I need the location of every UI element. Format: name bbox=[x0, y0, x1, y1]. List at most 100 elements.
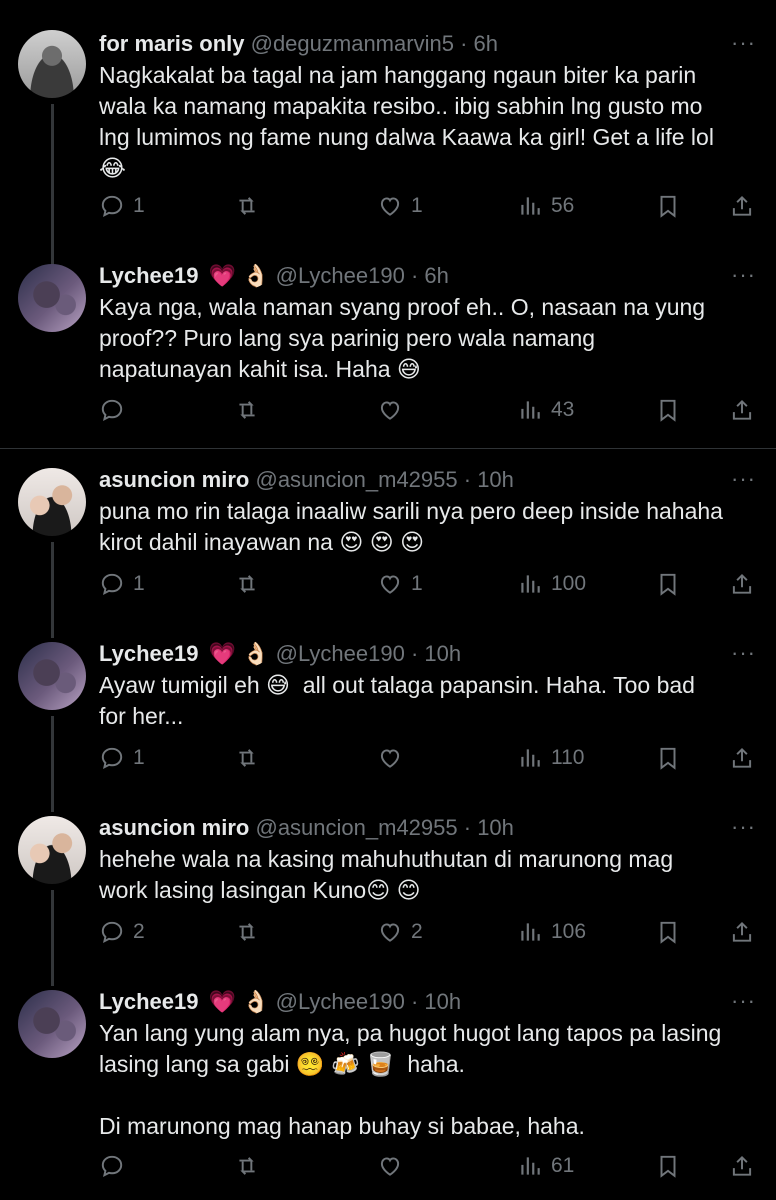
avatar[interactable] bbox=[18, 468, 86, 536]
repost-button[interactable] bbox=[234, 394, 268, 426]
more-options-icon[interactable]: ··· bbox=[731, 30, 756, 56]
reply-button[interactable]: 2 bbox=[99, 916, 145, 948]
timestamp[interactable]: · 10h bbox=[464, 467, 514, 492]
thread-connector bbox=[51, 716, 54, 812]
reply-button[interactable]: 1 bbox=[99, 568, 145, 600]
heart-icon bbox=[380, 401, 400, 420]
like-button[interactable]: 1 bbox=[377, 568, 423, 600]
like-count: 2 bbox=[411, 920, 423, 943]
name-emojis: 💗 👌🏻 bbox=[208, 989, 270, 1014]
user-handle[interactable]: @asuncion_m42955 bbox=[255, 815, 457, 840]
views-button[interactable]: 106 bbox=[517, 916, 586, 948]
like-button[interactable]: 2 bbox=[377, 916, 423, 948]
tweet-text: Kaya nga, wala naman syang proof eh.. O,… bbox=[99, 294, 706, 382]
repost-icon bbox=[239, 1157, 255, 1175]
share-icon bbox=[732, 747, 752, 768]
bookmark-icon bbox=[660, 399, 676, 422]
display-name[interactable]: Lychee19 bbox=[99, 641, 198, 666]
repost-button[interactable] bbox=[234, 916, 268, 948]
more-options-icon[interactable]: ··· bbox=[731, 262, 756, 288]
user-handle[interactable]: @Lychee190 bbox=[276, 263, 405, 288]
share-button[interactable] bbox=[729, 916, 755, 948]
tweet-text: Nagkakalat ba tagal na jam hanggang ngau… bbox=[99, 62, 714, 181]
repost-icon bbox=[239, 575, 255, 593]
reply-button[interactable] bbox=[99, 1150, 133, 1182]
more-options-icon[interactable]: ··· bbox=[731, 988, 756, 1014]
views-button[interactable]: 43 bbox=[517, 394, 574, 426]
reply-button[interactable]: 1 bbox=[99, 190, 145, 222]
reply-count: 1 bbox=[133, 746, 145, 769]
timestamp[interactable]: · 6h bbox=[411, 263, 449, 288]
share-button[interactable] bbox=[729, 394, 755, 426]
like-button[interactable] bbox=[377, 1150, 411, 1182]
reply-thread-feed: for maris only @deguzmanmarvin5 · 6h ···… bbox=[0, 0, 776, 1200]
views-button[interactable]: 61 bbox=[517, 1150, 574, 1182]
name-emojis: 💗 👌🏻 bbox=[208, 641, 270, 666]
repost-icon bbox=[239, 401, 255, 419]
display-name[interactable]: asuncion miro bbox=[99, 815, 249, 840]
more-options-icon[interactable]: ··· bbox=[731, 466, 756, 492]
reply-icon bbox=[101, 573, 123, 596]
share-button[interactable] bbox=[729, 1150, 755, 1182]
user-handle[interactable]: @Lychee190 bbox=[276, 641, 405, 666]
display-name[interactable]: asuncion miro bbox=[99, 467, 249, 492]
like-button[interactable]: 1 bbox=[377, 190, 423, 222]
bookmark-icon bbox=[660, 195, 676, 218]
repost-button[interactable] bbox=[234, 1150, 268, 1182]
bookmark-button[interactable] bbox=[655, 568, 681, 600]
timestamp[interactable]: · 10h bbox=[411, 641, 461, 666]
avatar[interactable] bbox=[18, 990, 86, 1058]
bookmark-button[interactable] bbox=[655, 394, 681, 426]
avatar[interactable] bbox=[18, 30, 86, 98]
bookmark-icon bbox=[660, 573, 676, 596]
action-bar: 1 1 56 bbox=[99, 190, 759, 222]
display-name[interactable]: Lychee19 bbox=[99, 263, 198, 288]
bookmark-button[interactable] bbox=[655, 742, 681, 774]
views-button[interactable]: 100 bbox=[517, 568, 586, 600]
like-button[interactable] bbox=[377, 394, 411, 426]
bookmark-icon bbox=[660, 921, 676, 944]
avatar[interactable] bbox=[18, 642, 86, 710]
share-icon bbox=[732, 1155, 752, 1176]
display-name[interactable]: Lychee19 bbox=[99, 989, 198, 1014]
reply-button[interactable] bbox=[99, 394, 133, 426]
user-handle[interactable]: @deguzmanmarvin5 bbox=[251, 31, 454, 56]
repost-icon bbox=[239, 923, 255, 941]
thread-connector bbox=[51, 104, 54, 280]
views-chart-icon bbox=[521, 197, 540, 215]
share-icon bbox=[732, 399, 752, 420]
repost-button[interactable] bbox=[234, 190, 268, 222]
more-options-icon[interactable]: ··· bbox=[731, 814, 756, 840]
heart-icon bbox=[380, 923, 400, 942]
tweet-text: hehehe wala na kasing mahuhuthutan di ma… bbox=[99, 846, 674, 903]
more-options-icon[interactable]: ··· bbox=[731, 640, 756, 666]
share-button[interactable] bbox=[729, 742, 755, 774]
bookmark-button[interactable] bbox=[655, 916, 681, 948]
timestamp[interactable]: · 6h bbox=[460, 31, 498, 56]
reply-icon bbox=[101, 747, 123, 770]
share-button[interactable] bbox=[729, 568, 755, 600]
avatar[interactable] bbox=[18, 816, 86, 884]
user-handle[interactable]: @Lychee190 bbox=[276, 989, 405, 1014]
views-button[interactable]: 56 bbox=[517, 190, 574, 222]
heart-icon bbox=[380, 749, 400, 768]
heart-icon bbox=[380, 197, 400, 216]
avatar[interactable] bbox=[18, 264, 86, 332]
display-name[interactable]: for maris only bbox=[99, 31, 244, 56]
views-button[interactable]: 110 bbox=[517, 742, 584, 774]
repost-button[interactable] bbox=[234, 742, 268, 774]
like-button[interactable] bbox=[377, 742, 411, 774]
timestamp[interactable]: · 10h bbox=[464, 815, 514, 840]
bookmark-button[interactable] bbox=[655, 1150, 681, 1182]
action-bar: 2 2 106 bbox=[99, 916, 759, 948]
views-chart-icon bbox=[521, 1157, 540, 1175]
repost-button[interactable] bbox=[234, 568, 268, 600]
share-button[interactable] bbox=[729, 190, 755, 222]
user-handle[interactable]: @asuncion_m42955 bbox=[255, 467, 457, 492]
bookmark-button[interactable] bbox=[655, 190, 681, 222]
view-count: 100 bbox=[551, 572, 587, 595]
reply-button[interactable]: 1 bbox=[99, 742, 145, 774]
reply-icon bbox=[101, 399, 123, 422]
action-bar: 61 bbox=[99, 1150, 759, 1182]
timestamp[interactable]: · 10h bbox=[411, 989, 461, 1014]
